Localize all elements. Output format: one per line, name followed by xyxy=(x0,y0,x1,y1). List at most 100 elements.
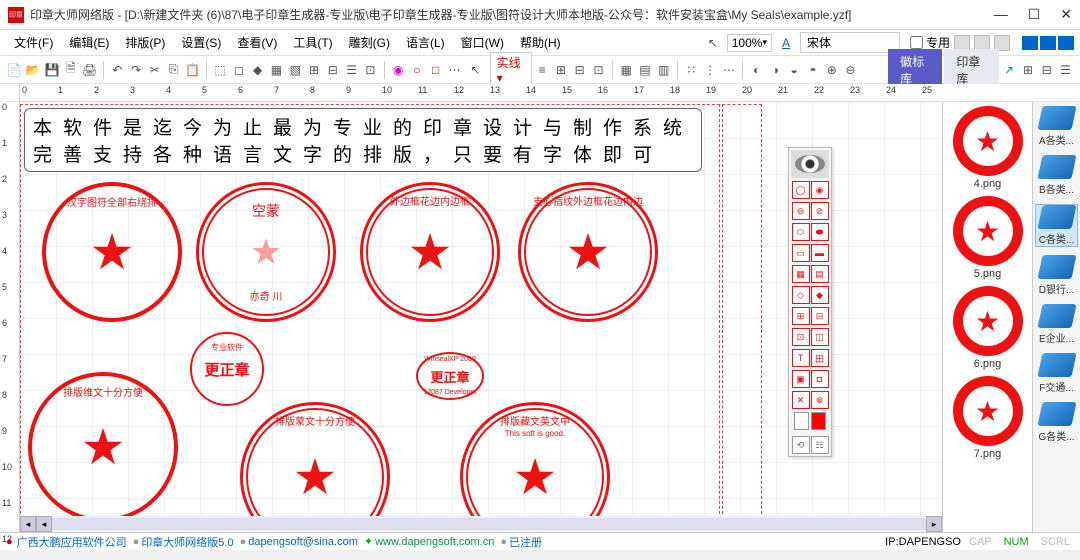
misc-3[interactable]: ◒ xyxy=(786,60,803,80)
menu-settings[interactable]: 设置(S) xyxy=(173,31,229,54)
undo-button[interactable]: ↶ xyxy=(109,60,126,80)
pal-diamond-1[interactable]: ◇ xyxy=(792,286,810,304)
misc-5[interactable]: ⊕ xyxy=(823,60,840,80)
misc-6[interactable]: ⊖ xyxy=(842,60,859,80)
align-3[interactable]: ⊟ xyxy=(571,60,588,80)
pal-split-1[interactable]: ⊡ xyxy=(792,328,810,346)
dots-3[interactable]: ⋯ xyxy=(721,60,738,80)
sidebar-category[interactable]: G各类... xyxy=(1035,402,1078,443)
more-tools[interactable]: ⋯ xyxy=(446,60,463,80)
tool-f[interactable]: ⊞ xyxy=(306,60,323,80)
scroll-left-2[interactable]: ◂ xyxy=(36,516,52,532)
color-red[interactable] xyxy=(811,412,826,430)
panel-tool-3[interactable]: ⊟ xyxy=(1038,60,1055,80)
status-email[interactable]: dapengsoft@sina.com xyxy=(248,536,358,548)
menu-window[interactable]: 窗口(W) xyxy=(453,31,512,54)
pal-text-2[interactable]: 田 xyxy=(811,349,829,367)
gallery-item[interactable]: ★4.png xyxy=(947,106,1028,190)
align-1[interactable]: ≡ xyxy=(534,60,551,80)
panel-tool-1[interactable]: ↗ xyxy=(1001,60,1018,80)
maximize-button[interactable]: ☐ xyxy=(1028,6,1041,23)
pal-text-1[interactable]: T xyxy=(792,349,810,367)
pal-frame-2[interactable]: ◘ xyxy=(811,370,829,388)
pal-circle-4[interactable]: ⊘ xyxy=(811,202,829,220)
font-icon[interactable]: A xyxy=(776,33,796,53)
mdi-close[interactable] xyxy=(1058,36,1074,50)
pal-rect-2[interactable]: ▬ xyxy=(811,244,829,262)
grid-1[interactable]: ▦ xyxy=(618,60,635,80)
seal-3[interactable]: ★ 外边框花边内边框 xyxy=(360,182,500,322)
tool-i[interactable]: ⊡ xyxy=(362,60,379,80)
seal-4[interactable]: ★ 支心指纹外边框花边内边 xyxy=(518,182,658,322)
select-tool[interactable]: ↖ xyxy=(467,60,484,80)
panel-tool-4[interactable]: ☰ xyxy=(1057,60,1074,80)
pal-rect-1[interactable]: ▭ xyxy=(792,244,810,262)
pal-grid-2[interactable]: ▤ xyxy=(811,265,829,283)
seal-2[interactable]: ★ 空蒙 亦奇 川 xyxy=(196,182,336,322)
print-button[interactable]: 🖨 xyxy=(81,60,98,80)
misc-1[interactable]: ◐ xyxy=(748,60,765,80)
minimize-button[interactable]: — xyxy=(994,6,1008,23)
status-website[interactable]: www.dapengsoft.com.cn xyxy=(375,536,494,548)
mdi-restore[interactable] xyxy=(1040,36,1056,50)
panel-tool-2[interactable]: ⊞ xyxy=(1019,60,1036,80)
sidebar-category[interactable]: F交通... xyxy=(1035,353,1078,394)
dots-1[interactable]: ∷ xyxy=(683,60,700,80)
saveas-button[interactable]: 🗎 xyxy=(62,60,79,80)
menu-layout[interactable]: 排版(P) xyxy=(117,31,173,54)
scroll-right[interactable]: ▸ xyxy=(926,516,942,532)
menu-file[interactable]: 文件(F) xyxy=(6,31,61,54)
sidebar-category[interactable]: A各类... xyxy=(1035,106,1078,147)
pal-misc-1[interactable]: ⟲ xyxy=(792,436,810,454)
mdi-minimize[interactable] xyxy=(1022,36,1038,50)
scroll-left[interactable]: ◂ xyxy=(20,516,36,532)
pal-circle-1[interactable]: ◯ xyxy=(792,181,810,199)
sidebar-category[interactable]: C各类... xyxy=(1035,204,1078,247)
tool-palette[interactable]: ◯◉ ⊖⊘ ⬭⬬ ▭▬ ▦▤ ◇◆ ⊞⊟ ⊡◫ T田 ▣◘ ✕⊗ ⟲☷ xyxy=(788,147,832,457)
pal-diamond-2[interactable]: ◆ xyxy=(811,286,829,304)
tool-e[interactable]: ▧ xyxy=(287,60,304,80)
seal-6[interactable]: WinsealXP 2009 更正章 12087 Developer xyxy=(416,352,484,400)
seal-7[interactable]: ★ 排版维文十分方便 xyxy=(28,372,178,522)
shape-square[interactable]: □ xyxy=(427,60,444,80)
tool-g[interactable]: ⊟ xyxy=(324,60,341,80)
sidebar-category[interactable]: E企业... xyxy=(1035,304,1078,345)
pal-circle-2[interactable]: ◉ xyxy=(811,181,829,199)
pal-misc-2[interactable]: ☷ xyxy=(811,436,829,454)
close-button[interactable]: ✕ xyxy=(1060,6,1072,23)
sidebar-category[interactable]: D银行... xyxy=(1035,255,1078,296)
font-select[interactable]: 宋体 xyxy=(800,32,900,53)
copy-button[interactable]: ⎘ xyxy=(165,60,182,80)
pal-x-2[interactable]: ⊗ xyxy=(811,391,829,409)
sample-text-box[interactable]: 本软件是迄今为止最为专业的印章设计与制作系统 完善支持各种语言文字的排版，只要有… xyxy=(24,108,702,172)
gallery-item[interactable]: ★6.png xyxy=(947,286,1028,370)
menu-help[interactable]: 帮助(H) xyxy=(512,31,569,54)
pal-grid-1[interactable]: ▦ xyxy=(792,265,810,283)
tool-d[interactable]: ▦ xyxy=(268,60,285,80)
status-company[interactable]: 广西大鹏应用软件公司 xyxy=(17,534,127,550)
menu-tools[interactable]: 工具(T) xyxy=(285,31,340,54)
menu-edit[interactable]: 编辑(E) xyxy=(61,31,117,54)
pal-tab-2[interactable]: ⊟ xyxy=(811,307,829,325)
pal-split-2[interactable]: ◫ xyxy=(811,328,829,346)
seal-1[interactable]: ★ 汉字图符全部右绕排 xyxy=(42,182,182,322)
menu-language[interactable]: 语言(L) xyxy=(398,31,453,54)
open-button[interactable]: 📂 xyxy=(25,60,42,80)
align-4[interactable]: ⊡ xyxy=(590,60,607,80)
pal-oval-2[interactable]: ⬬ xyxy=(811,223,829,241)
misc-2[interactable]: ◑ xyxy=(767,60,784,80)
tool-h[interactable]: ☰ xyxy=(343,60,360,80)
align-2[interactable]: ⊞ xyxy=(552,60,569,80)
grid-2[interactable]: ▤ xyxy=(637,60,654,80)
cut-button[interactable]: ✂ xyxy=(146,60,163,80)
pal-tab-1[interactable]: ⊞ xyxy=(792,307,810,325)
color-white[interactable] xyxy=(794,412,809,430)
menu-view[interactable]: 查看(V) xyxy=(229,31,285,54)
shape-circle[interactable]: ○ xyxy=(408,60,425,80)
dots-2[interactable]: ⋮ xyxy=(702,60,719,80)
hscrollbar[interactable]: ◂ ◂ ▸ xyxy=(20,516,942,532)
new-button[interactable]: 📄 xyxy=(6,60,23,80)
tool-b[interactable]: ◻ xyxy=(230,60,247,80)
gallery-item[interactable]: ★7.png xyxy=(947,376,1028,460)
grid-3[interactable]: ▥ xyxy=(655,60,672,80)
